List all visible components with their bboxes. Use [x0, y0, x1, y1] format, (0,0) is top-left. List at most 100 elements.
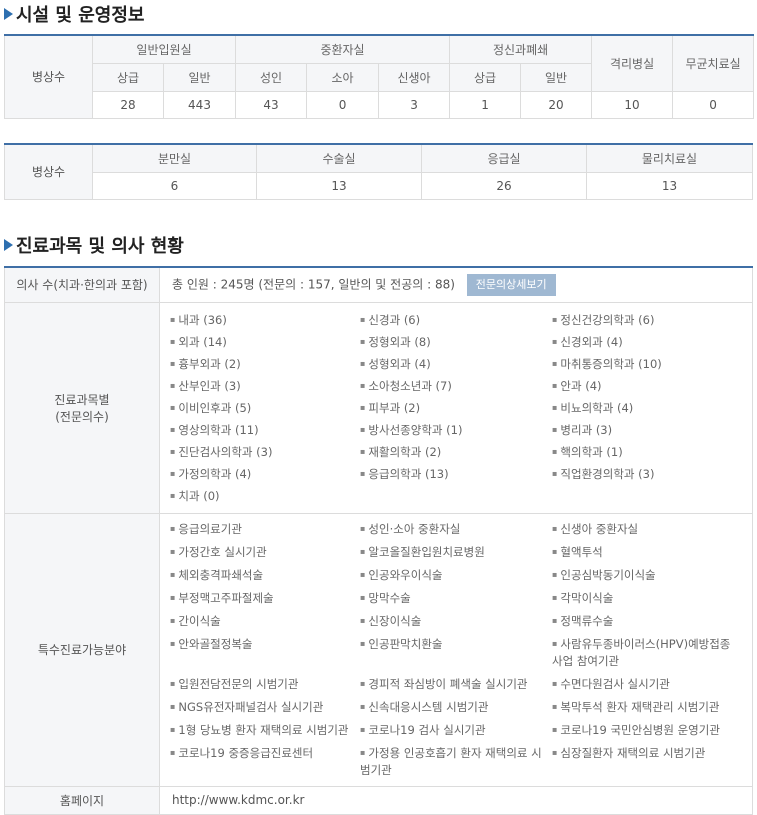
bed-value: 10 [591, 90, 674, 119]
department-item: 정형외과 (8) [360, 331, 552, 353]
special-item: 안와골절정복술 [170, 633, 360, 673]
department-item: 산부인과 (3) [170, 375, 360, 397]
room-header: 수술실 [256, 143, 422, 173]
bed-value: 0 [672, 90, 755, 119]
room-value: 26 [421, 171, 587, 200]
room-header: 분만실 [92, 143, 257, 173]
facilities-section-title: 시설 및 운영정보 [0, 1, 144, 27]
room-header: 물리치료실 [586, 143, 753, 173]
special-item: 수면다원검사 실시기관 [552, 673, 732, 696]
special-item: NGS유전자패널검사 실시기관 [170, 696, 360, 719]
bed-value: 443 [162, 90, 237, 119]
department-item: 이비인후과 (5) [170, 397, 360, 419]
bed-value: 1 [449, 90, 522, 119]
department-item: 신경외과 (4) [552, 331, 732, 353]
special-item: 정맥류수술 [552, 610, 732, 633]
department-item: 내과 (36) [170, 309, 360, 331]
special-item: 1형 당뇨병 환자 재택의료 시범기관 [170, 719, 360, 742]
group-header: 중환자실 [235, 34, 451, 64]
special-item: 신생아 중환자실 [552, 518, 732, 541]
departments-label-line2: (전문의수) [55, 409, 109, 424]
homepage-link[interactable]: http://www.kdmc.or.kr [172, 793, 304, 807]
group-header: 무균치료실 [672, 34, 755, 92]
sub-header: 소아 [306, 62, 380, 92]
special-item: 경피적 좌심방이 폐색술 실시기관 [360, 673, 552, 696]
special-item: 코로나19 중증응급진료센터 [170, 742, 360, 782]
special-item: 코로나19 국민안심병원 운영기관 [552, 719, 732, 742]
special-item: 망막수술 [360, 587, 552, 610]
bed-value: 3 [378, 90, 451, 119]
special-item: 인공판막치환술 [360, 633, 552, 673]
room-value: 13 [256, 171, 422, 200]
special-item: 각막이식술 [552, 587, 732, 610]
beds-table: 병상수 일반입원실 중환자실 정신과폐쇄 격리병실 무균치료실 상급 일반 성인… [4, 34, 755, 119]
sub-header: 신생아 [378, 62, 451, 92]
department-item: 직업환경의학과 (3) [552, 463, 732, 485]
doctors-table: 의사 수(치과·한의과 포함) 총 인원 : 245명 (전문의 : 157, … [4, 266, 753, 815]
department-item: 마취통증의학과 (10) [552, 353, 732, 375]
sub-header: 성인 [235, 62, 308, 92]
chevron-right-icon [4, 239, 13, 251]
special-item: 신장이식술 [360, 610, 552, 633]
bed-value: 0 [306, 90, 380, 119]
room-value: 6 [92, 171, 257, 200]
special-item: 인공와우이식술 [360, 564, 552, 587]
departments-label-line1: 진료과목별 [54, 392, 110, 407]
doctors-section-title: 진료과목 및 의사 현황 [0, 232, 184, 258]
department-item: 외과 (14) [170, 331, 360, 353]
bed-value: 20 [520, 90, 593, 119]
bed-value: 28 [92, 90, 164, 119]
department-item: 비뇨의학과 (4) [552, 397, 732, 419]
facilities-title: 시설 및 운영정보 [16, 5, 145, 26]
room-value: 13 [586, 171, 753, 200]
special-item: 입원전담전문의 시범기관 [170, 673, 360, 696]
group-header: 정신과폐쇄 [449, 34, 593, 64]
special-item: 부정맥고주파절제술 [170, 587, 360, 610]
sub-header: 일반 [520, 62, 593, 92]
department-item: 영상의학과 (11) [170, 419, 360, 441]
department-item: 방사선종양학과 (1) [360, 419, 552, 441]
special-item: 체외충격파쇄석술 [170, 564, 360, 587]
sub-header: 일반 [162, 62, 237, 92]
department-item: 안과 (4) [552, 375, 732, 397]
homepage-cell: http://www.kdmc.or.kr [159, 785, 753, 815]
department-item: 정신건강의학과 (6) [552, 309, 732, 331]
group-header: 격리병실 [591, 34, 674, 92]
departments-label: 진료과목별 (전문의수) [4, 301, 160, 514]
department-item: 피부과 (2) [360, 397, 552, 419]
homepage-label: 홈페이지 [4, 785, 160, 815]
department-item: 성형외과 (4) [360, 353, 552, 375]
departments-list: 내과 (36)신경과 (6)정신건강의학과 (6) 외과 (14)정형외과 (8)… [160, 305, 752, 511]
special-item: 사람유두종바이러스(HPV)예방접종사업 참여기관 [552, 633, 732, 673]
special-label: 특수진료가능분야 [4, 512, 160, 787]
doctor-count-label: 의사 수(치과·한의과 포함) [4, 266, 160, 303]
department-item: 핵의학과 (1) [552, 441, 732, 463]
doctor-count-text: 총 인원 : 245명 (전문의 : 157, 일반의 및 전공의 : 88) [172, 277, 455, 292]
department-item: 가정의학과 (4) [170, 463, 360, 485]
department-item: 신경과 (6) [360, 309, 552, 331]
sub-header: 상급 [449, 62, 522, 92]
departments-cell: 내과 (36)신경과 (6)정신건강의학과 (6) 외과 (14)정형외과 (8)… [159, 301, 753, 514]
special-cell: 응급의료기관성인·소아 중환자실신생아 중환자실가정간호 실시기관알코올질환입원… [159, 512, 753, 787]
special-item: 인공심박동기이식술 [552, 564, 732, 587]
rooms-row-label: 병상수 [4, 143, 93, 200]
department-item: 응급의학과 (13) [360, 463, 552, 485]
rooms-table: 병상수 분만실 수술실 응급실 물리치료실 6 13 26 13 [4, 143, 753, 200]
department-item: 흉부외과 (2) [170, 353, 360, 375]
special-item: 알코올질환입원치료병원 [360, 541, 552, 564]
sub-header: 상급 [92, 62, 164, 92]
chevron-right-icon [4, 8, 13, 20]
beds-row-label: 병상수 [4, 34, 93, 119]
special-item: 성인·소아 중환자실 [360, 518, 552, 541]
doctor-count-cell: 총 인원 : 245명 (전문의 : 157, 일반의 및 전공의 : 88) … [159, 266, 753, 303]
department-item: 진단검사의학과 (3) [170, 441, 360, 463]
special-item: 가정용 인공호흡기 환자 재택의료 시범기관 [360, 742, 552, 782]
department-item: 병리과 (3) [552, 419, 732, 441]
specialist-detail-button[interactable]: 전문의상세보기 [466, 273, 556, 296]
special-list: 응급의료기관성인·소아 중환자실신생아 중환자실가정간호 실시기관알코올질환입원… [160, 514, 752, 786]
group-header: 일반입원실 [91, 34, 237, 64]
bed-value: 43 [235, 90, 308, 119]
special-item: 혈액투석 [552, 541, 732, 564]
department-item: 치과 (0) [170, 485, 360, 507]
special-item: 간이식술 [170, 610, 360, 633]
